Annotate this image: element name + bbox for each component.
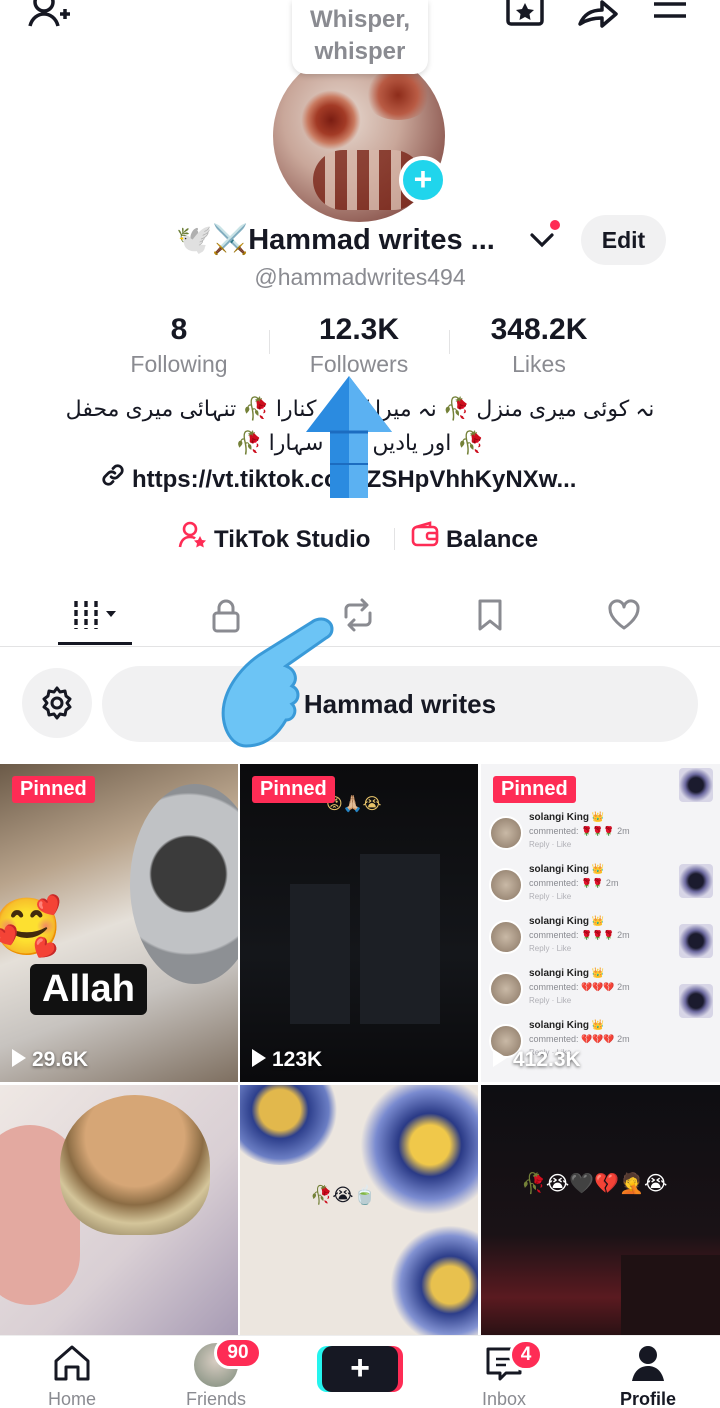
home-icon [54, 1345, 90, 1381]
tabs-divider [0, 646, 720, 647]
blue-arrow-sticker [306, 376, 392, 498]
video-tile[interactable] [0, 1085, 238, 1335]
following-label: Following [130, 351, 228, 377]
nav-home[interactable]: Home [17, 1343, 127, 1408]
repost-icon [344, 598, 372, 632]
building-silhouette [360, 854, 440, 1024]
nav-home-label: Home [47, 1389, 96, 1408]
comment-row: solangi King 👑 commented: 🌹🌹🌹 2m Reply · L… [489, 916, 675, 962]
video-tile[interactable]: 🥀😭🖤💔🤦😭 [481, 1085, 720, 1335]
edit-profile-button[interactable]: Edit [581, 215, 666, 265]
grid-icon [74, 601, 116, 629]
tab-saved[interactable] [424, 585, 556, 645]
nav-friends-label: Friends [185, 1389, 247, 1408]
comment-row: solangi King 👑 commented: 🌹🌹🌹 2m Reply · L… [489, 812, 675, 858]
likes-count: 348.2K [490, 313, 588, 346]
studio-label: TikTok Studio [214, 525, 371, 553]
heart-icon [608, 599, 640, 630]
balance-label: Balance [446, 525, 539, 553]
menu-icon[interactable] [650, 0, 690, 30]
share-icon[interactable] [576, 0, 620, 30]
friends-badge: 90 [214, 1337, 262, 1369]
likes-label: Likes [512, 351, 566, 377]
create-button[interactable]: + [322, 1346, 398, 1392]
add-friend-icon[interactable] [26, 0, 72, 30]
inbox-badge: 4 [509, 1339, 543, 1371]
note-line-2: whisper [314, 38, 406, 65]
nav-profile-label: Profile [619, 1389, 676, 1408]
bookmark-icon [478, 599, 502, 631]
video-caption-emoji: 🥀😭🖤💔🤦😭 [521, 1173, 668, 1195]
video-tile[interactable]: solangi King 👑 commented: 🌹🌹🌹 2m Reply · L… [481, 764, 720, 1082]
tab-liked[interactable] [558, 585, 690, 645]
stat-followers[interactable]: 12.3K Followers [269, 312, 449, 380]
stat-likes[interactable]: 348.2K Likes [449, 312, 629, 380]
avatar [489, 868, 523, 902]
tiktok-studio-link[interactable]: TikTok Studio [178, 520, 370, 556]
gear-icon [42, 686, 72, 720]
building-silhouette [290, 884, 350, 1024]
view-count: 29.6K [12, 1048, 88, 1072]
pinned-badge: Pinned [12, 776, 95, 803]
notification-dot [548, 218, 562, 232]
flower-pattern [390, 1225, 478, 1335]
collection-chip[interactable]: Hammad writes [102, 666, 698, 742]
active-tab-indicator [58, 642, 132, 645]
profile-note-bubble[interactable]: Whisper, whisper [292, 0, 428, 74]
eye-thumbnail [679, 924, 713, 958]
profile-icon [632, 1346, 664, 1381]
balance-link[interactable]: Balance [410, 520, 538, 556]
pointing-hand-sticker [221, 617, 334, 748]
wallet-icon [410, 520, 440, 561]
play-icon [252, 1049, 266, 1068]
pinned-badge: Pinned [252, 776, 335, 803]
view-count: 412.3K [493, 1048, 581, 1072]
tab-videos[interactable] [30, 585, 162, 645]
video-tile[interactable]: 🥀😭🍵 [240, 1085, 478, 1335]
flower-pattern [240, 1085, 340, 1165]
username: @hammadwrites494 [254, 264, 466, 290]
eye-thumbnail [679, 768, 713, 802]
video-tile[interactable]: 🥰 Allah Pinned 29.6K [0, 764, 238, 1082]
flower-pattern [360, 1085, 478, 1215]
stat-following[interactable]: 8 Following [89, 312, 269, 380]
favorites-icon[interactable] [504, 0, 546, 30]
nav-profile[interactable]: Profile [593, 1343, 703, 1408]
eye-thumbnail [679, 864, 713, 898]
tea-mug-thumbnail [60, 1095, 210, 1235]
note-line-1: Whisper, [309, 6, 411, 33]
display-name[interactable]: 🕊️⚔️Hammad writes ... [176, 221, 536, 261]
pinned-badge: Pinned [493, 776, 576, 803]
add-story-plus-icon[interactable]: + [399, 156, 447, 204]
video-thumbnail [130, 784, 238, 984]
eye-thumbnail [679, 984, 713, 1018]
followers-count: 12.3K [318, 313, 400, 346]
manage-collections-button[interactable] [22, 668, 92, 738]
link-divider [394, 528, 395, 550]
view-count: 123K [252, 1048, 322, 1072]
nav-inbox-label: Inbox [481, 1389, 527, 1408]
comment-row: solangi King 👑 commented: 🌹🌹 2m Reply · Li… [489, 864, 675, 910]
play-icon [12, 1049, 26, 1068]
avatar [489, 920, 523, 954]
comment-row: solangi King 👑 commented: 💔💔💔 2m Reply · L… [489, 968, 675, 1014]
video-caption: Allah [30, 964, 147, 1015]
studio-icon [178, 520, 208, 561]
link-icon [100, 462, 128, 498]
avatar [489, 972, 523, 1006]
smiling-hearts-emoji: 🥰 [0, 895, 62, 958]
play-icon [493, 1049, 507, 1068]
following-count: 8 [170, 313, 188, 346]
avatar [489, 816, 523, 850]
building-silhouette [621, 1255, 720, 1335]
video-caption-emoji: 🥀😭🍵 [310, 1185, 376, 1205]
video-tile[interactable]: 😡🙏🏼😭 Pinned 123K [240, 764, 478, 1082]
